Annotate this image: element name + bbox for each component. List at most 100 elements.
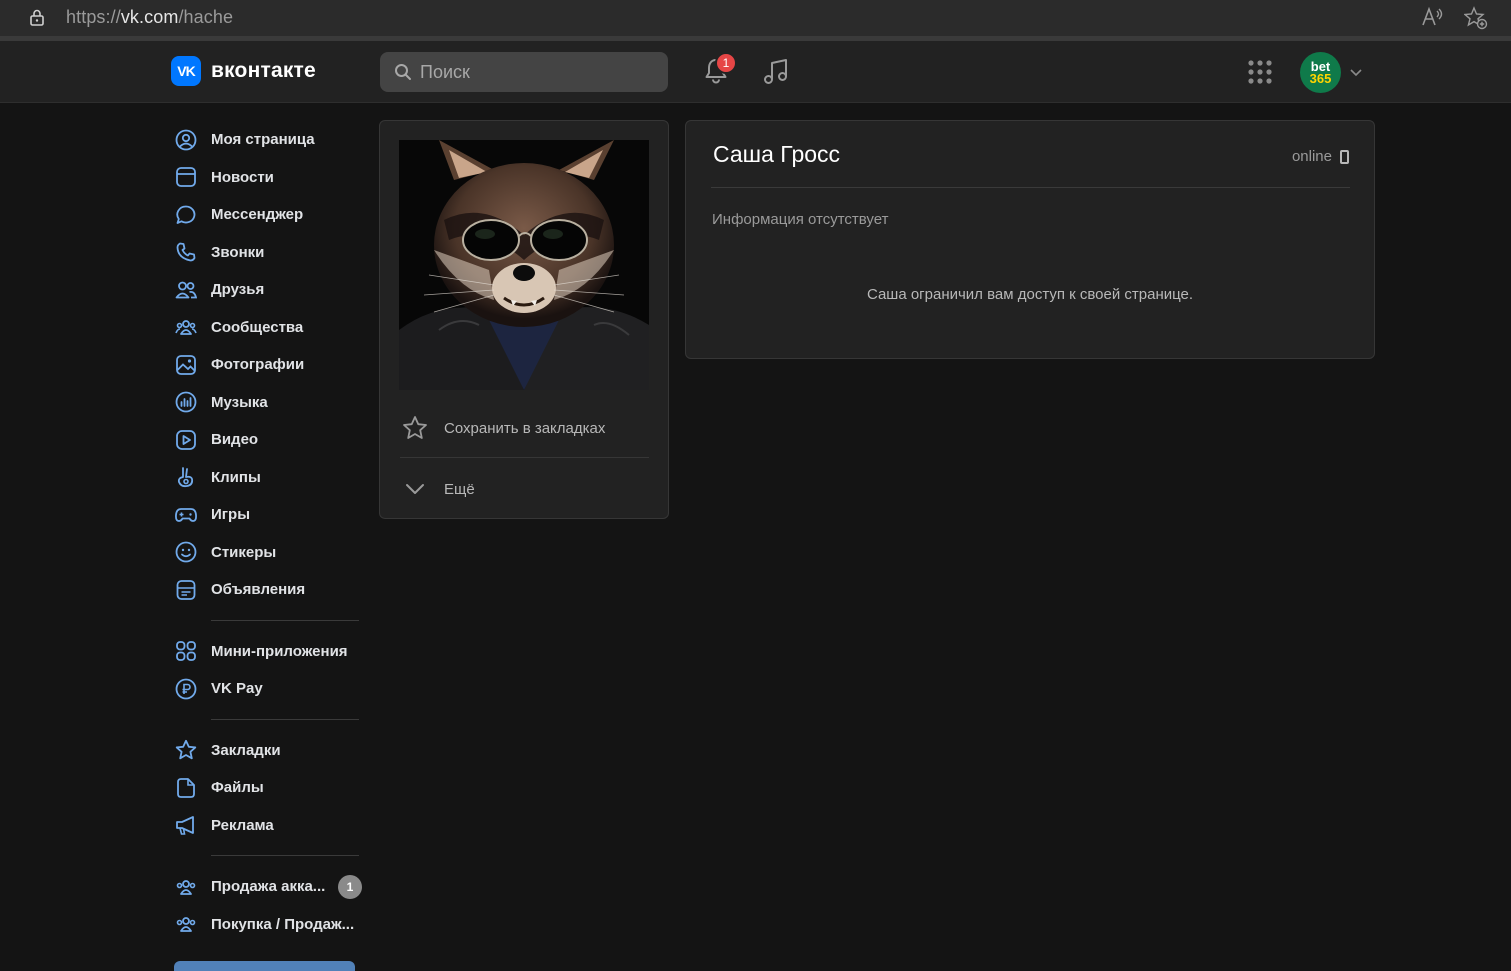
music-note-icon[interactable] bbox=[762, 56, 790, 86]
sidebar-item-label: Объявления bbox=[211, 581, 306, 599]
vk-logo-mark: VK bbox=[171, 56, 201, 86]
photo-icon bbox=[176, 354, 196, 375]
user-circle-icon bbox=[175, 129, 197, 151]
sidebar-divider bbox=[211, 619, 359, 621]
smile-icon bbox=[175, 541, 197, 563]
chevron-down-icon[interactable] bbox=[1350, 67, 1362, 77]
sidebar-divider bbox=[211, 718, 359, 720]
star-icon bbox=[175, 740, 197, 760]
message-icon bbox=[176, 205, 196, 224]
search-box[interactable] bbox=[380, 52, 668, 92]
bookmark-action[interactable]: Сохранить в закладках bbox=[402, 415, 605, 441]
sidebar-item-ads[interactable]: Реклама bbox=[174, 807, 364, 845]
more-label: Ещё bbox=[444, 480, 475, 498]
sidebar-item-label: Реклама bbox=[211, 816, 274, 834]
counter-badge: 1 bbox=[338, 874, 362, 899]
music-icon bbox=[175, 391, 197, 413]
sidebar-item-communities[interactable]: Сообщества bbox=[174, 309, 364, 347]
vk-header: VK вконтакте bet 365 bbox=[0, 41, 1511, 103]
profile-info-card: Саша Гросс online Информация отсутствует… bbox=[685, 120, 1375, 359]
profile-photo[interactable] bbox=[399, 140, 649, 390]
sidebar-item-music[interactable]: Музыка bbox=[174, 384, 364, 422]
sidebar-divider bbox=[211, 855, 359, 856]
friends-icon bbox=[175, 281, 197, 299]
url-field[interactable]: https://vk.com/hache bbox=[66, 7, 233, 28]
online-status: online bbox=[1292, 148, 1349, 165]
sidebar-item-label: Клипы bbox=[211, 468, 261, 486]
read-aloud-icon[interactable] bbox=[1420, 6, 1444, 28]
sidebar-item-video[interactable]: Видео bbox=[174, 421, 364, 459]
sidebar-item-label: Файлы bbox=[211, 779, 264, 797]
chevron-down-icon bbox=[406, 484, 424, 494]
sidebar-item-label: Игры bbox=[211, 506, 251, 524]
sidebar-item-label: VK Pay bbox=[211, 680, 263, 698]
notification-badge: 1 bbox=[715, 52, 737, 74]
sidebar-item-label: Сообщества bbox=[211, 318, 304, 336]
sidebar-item-games[interactable]: Игры bbox=[174, 496, 364, 534]
online-status-text: online bbox=[1291, 148, 1332, 165]
communities-icon bbox=[175, 320, 197, 336]
sidebar-item-label: Мессенджер bbox=[211, 206, 304, 224]
sidebar-bottom-button[interactable] bbox=[174, 961, 355, 971]
more-action[interactable]: Ещё bbox=[402, 476, 475, 502]
clips-icon bbox=[177, 467, 194, 488]
vkpay-icon bbox=[175, 678, 197, 700]
profile-photo-card: Сохранить в закладках Ещё bbox=[379, 120, 669, 519]
sidebar-item-stickers[interactable]: Стикеры bbox=[174, 534, 364, 572]
sidebar-item-photos[interactable]: Фотографии bbox=[174, 346, 364, 384]
browser-address-bar: https://vk.com/hache bbox=[0, 0, 1511, 36]
sidebar-item-label: Стикеры bbox=[211, 543, 277, 561]
sidebar-item-label: Видео bbox=[211, 431, 259, 449]
group-icon bbox=[176, 917, 196, 933]
gamepad-icon bbox=[175, 507, 197, 522]
url-path: /hache bbox=[178, 7, 234, 27]
restricted-access-message: Саша ограничил вам доступ к своей страни… bbox=[866, 286, 1194, 303]
mini-apps-icon bbox=[176, 641, 196, 662]
sidebar-item-friends[interactable]: Друзья bbox=[174, 271, 364, 309]
raccoon-avatar-image bbox=[399, 140, 649, 390]
sidebar-item-label: Новости bbox=[211, 168, 274, 186]
lock-icon[interactable] bbox=[28, 8, 46, 26]
sidebar-item-files[interactable]: Файлы bbox=[174, 769, 364, 807]
no-info-text: Информация отсутствует bbox=[712, 211, 889, 228]
megaphone-icon bbox=[176, 816, 194, 836]
left-sidebar: Моя страница Новости Мессенджер Звонки Д… bbox=[174, 121, 364, 943]
sidebar-item-label: Друзья bbox=[211, 281, 265, 299]
avatar-logo-line2: 365 bbox=[1309, 70, 1332, 86]
search-input[interactable] bbox=[420, 61, 640, 83]
favorites-add-icon[interactable] bbox=[1464, 6, 1488, 30]
card-divider bbox=[400, 457, 649, 458]
sidebar-item-label: Покупка / Продаж... bbox=[211, 915, 355, 933]
sidebar-item-label: Мини-приложения bbox=[211, 642, 348, 660]
vk-logo[interactable]: VK вконтакте bbox=[171, 56, 316, 86]
newsfeed-icon bbox=[176, 167, 196, 188]
url-prefix: https:// bbox=[66, 7, 121, 27]
classifieds-icon bbox=[176, 579, 196, 600]
vk-logo-text: вконтакте bbox=[211, 59, 316, 82]
sidebar-item-calls[interactable]: Звонки bbox=[174, 234, 364, 272]
mobile-icon bbox=[1340, 149, 1349, 164]
file-icon bbox=[177, 777, 195, 798]
sidebar-item-news[interactable]: Новости bbox=[174, 159, 364, 197]
sidebar-item-messenger[interactable]: Мессенджер bbox=[174, 196, 364, 234]
url-host: vk.com bbox=[120, 7, 179, 27]
sidebar-item-classifieds[interactable]: Объявления bbox=[174, 571, 364, 609]
sidebar-item-my-page[interactable]: Моя страница bbox=[174, 121, 364, 159]
sidebar-item-mini-apps[interactable]: Мини-приложения bbox=[174, 633, 364, 671]
video-icon bbox=[176, 429, 196, 450]
sidebar-item-label: Продажа акка... bbox=[211, 878, 326, 896]
apps-grid-icon[interactable] bbox=[1247, 59, 1273, 85]
sidebar-item-group[interactable]: Продажа акка... 1 bbox=[174, 868, 364, 906]
sidebar-item-bookmarks[interactable]: Закладки bbox=[174, 732, 364, 770]
sidebar-item-label: Фотографии bbox=[211, 356, 305, 374]
sidebar-item-label: Звонки bbox=[211, 243, 265, 261]
sidebar-item-group[interactable]: Покупка / Продаж... bbox=[174, 906, 364, 944]
bookmark-label: Сохранить в закладках bbox=[444, 419, 606, 437]
sidebar-item-vk-pay[interactable]: VK Pay bbox=[174, 670, 364, 708]
group-icon bbox=[176, 879, 196, 895]
info-divider bbox=[711, 187, 1350, 188]
sidebar-item-label: Моя страница bbox=[211, 131, 315, 149]
avatar[interactable]: bet 365 bbox=[1300, 52, 1341, 93]
sidebar-item-label: Закладки bbox=[211, 741, 281, 759]
sidebar-item-clips[interactable]: Клипы bbox=[174, 459, 364, 497]
